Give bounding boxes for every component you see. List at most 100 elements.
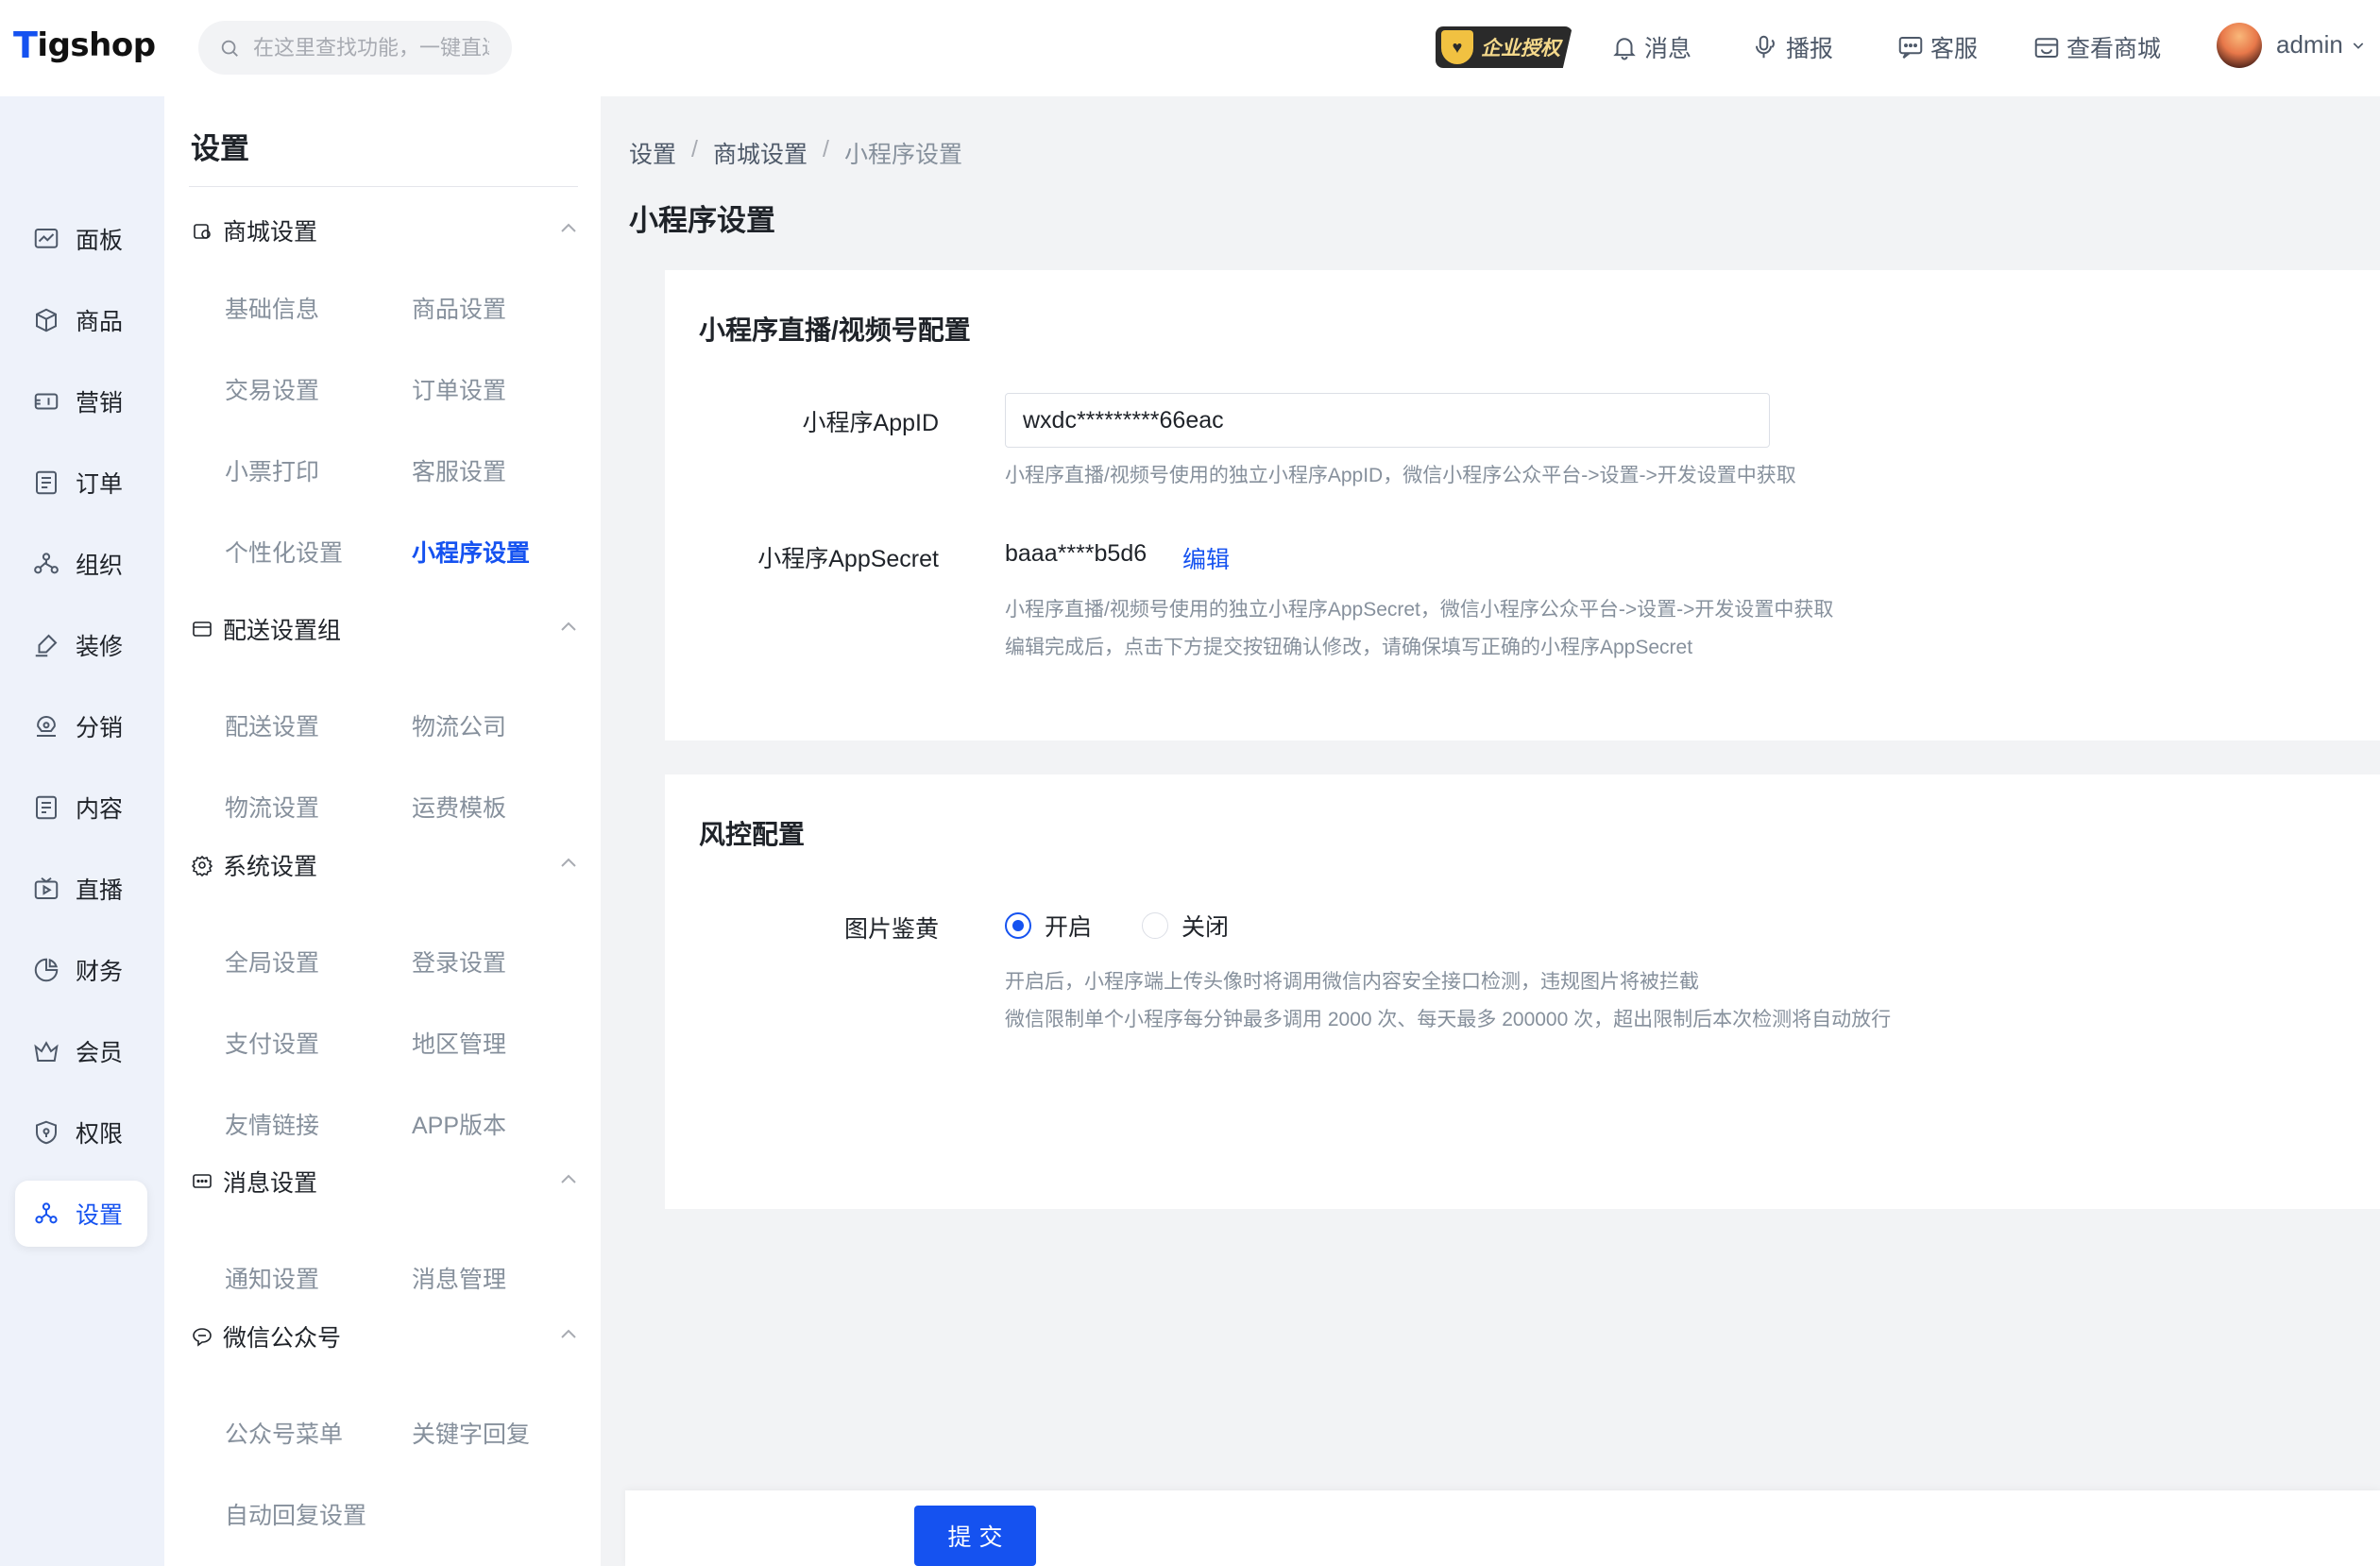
nav-item-org[interactable]: 组织 <box>15 531 147 597</box>
nav-item-dashboard[interactable]: 面板 <box>15 206 147 272</box>
nav-item-content[interactable]: 内容 <box>15 774 147 841</box>
radio-image-check-off[interactable]: 关闭 <box>1142 909 1229 943</box>
live-icon <box>34 877 59 899</box>
submenu-link[interactable]: 消息管理 <box>412 1261 506 1295</box>
nav-item-order[interactable]: 订单 <box>15 450 147 516</box>
nav-item-label: 商品 <box>76 309 124 335</box>
submenu-link[interactable]: APP版本 <box>412 1107 506 1141</box>
submenu-link[interactable]: 小程序设置 <box>412 535 530 569</box>
badge-label: 企业授权 <box>1481 38 1560 60</box>
nav-item-label: 订单 <box>76 471 124 498</box>
logo-text: igshop <box>37 26 156 64</box>
nav-item-ticket[interactable]: 营销 <box>15 368 147 434</box>
avatar[interactable] <box>2217 23 2262 68</box>
chevron-up-icon <box>561 1329 576 1338</box>
submenu-link[interactable]: 登录设置 <box>412 945 506 979</box>
submenu-link[interactable]: 配送设置 <box>225 708 319 742</box>
submenu-group-0[interactable]: 商城设置 <box>191 213 580 247</box>
nav-item-label: 营销 <box>76 390 124 417</box>
submenu-link[interactable]: 小票打印 <box>225 453 319 487</box>
breadcrumb-item-store-settings[interactable]: 商城设置 <box>713 136 808 170</box>
nav-item-brush[interactable]: 装修 <box>15 612 147 678</box>
submenu-link[interactable]: 基础信息 <box>225 291 319 325</box>
radio-dot-off[interactable] <box>1142 912 1168 939</box>
submenu-link[interactable]: 地区管理 <box>412 1026 506 1060</box>
submenu-link[interactable]: 运费模板 <box>412 790 506 824</box>
submenu-link[interactable]: 物流设置 <box>225 790 319 824</box>
appsecret-edit-link[interactable]: 编辑 <box>1182 541 1230 575</box>
nav-item-shield[interactable]: 权限 <box>15 1099 147 1166</box>
submenu-group-4[interactable]: 微信公众号 <box>191 1319 580 1353</box>
bell-icon <box>1613 38 1636 60</box>
submenu-group-label: 商城设置 <box>223 219 318 246</box>
appid-label: 小程序AppID <box>802 410 939 436</box>
header-view-store-label: 查看商城 <box>2066 36 2162 62</box>
logo-mark: T <box>13 25 38 66</box>
submenu-link[interactable]: 关键字回复 <box>412 1416 530 1450</box>
submenu-link[interactable]: 订单设置 <box>412 372 506 406</box>
distribution-icon <box>37 715 56 737</box>
nav-item-label: 组织 <box>76 553 124 579</box>
header-view-store[interactable]: 查看商城 <box>2032 28 2161 66</box>
radio-dot-on[interactable] <box>1005 912 1031 939</box>
submenu-link[interactable]: 物流公司 <box>412 708 506 742</box>
radio-image-check-on[interactable]: 开启 <box>1005 909 1092 943</box>
submenu-link[interactable]: 个性化设置 <box>225 535 343 569</box>
shield-icon: ♥ <box>1441 30 1473 64</box>
nav-item-crown[interactable]: 会员 <box>15 1018 147 1084</box>
search-box[interactable] <box>198 21 512 75</box>
pie-icon <box>34 958 59 982</box>
brush-icon <box>35 634 58 657</box>
form-footer: 提交 <box>625 1490 2380 1566</box>
page-title: 小程序设置 <box>629 204 775 237</box>
org-icon <box>34 553 59 574</box>
image-check-hint-1: 开启后，小程序端上传头像时将调用微信内容安全接口检测，违规图片将被拦截 <box>1005 971 1699 993</box>
risk-control-title: 风控配置 <box>699 820 806 849</box>
submit-button[interactable]: 提交 <box>914 1506 1036 1566</box>
settings-submenu: 设置 商城设置 基础信息 商品设置 交易设置 订单设置 小票打印 客服设置 个性化设置 小程序设… <box>164 96 601 1566</box>
nav-item-distribution[interactable]: 分销 <box>15 693 147 759</box>
submenu-link[interactable]: 商品设置 <box>412 291 506 325</box>
appid-input[interactable] <box>1023 406 1769 434</box>
nav-item-label: 权限 <box>76 1121 124 1148</box>
submenu-link[interactable]: 公众号菜单 <box>225 1416 343 1450</box>
submenu-group-2[interactable]: 系统设置 <box>191 848 580 882</box>
submenu-link[interactable]: 支付设置 <box>225 1026 319 1060</box>
submenu-link[interactable]: 交易设置 <box>225 372 319 406</box>
submenu-group-1[interactable]: 配送设置组 <box>191 612 580 646</box>
appid-field[interactable] <box>1005 393 1770 448</box>
submenu-link[interactable]: 客服设置 <box>412 453 506 487</box>
nav-item-live[interactable]: 直播 <box>15 856 147 922</box>
nav-item-label: 装修 <box>76 634 124 660</box>
submenu-divider <box>189 186 578 187</box>
enterprise-badge[interactable]: ♥ 企业授权 <box>1436 26 1572 68</box>
logo[interactable]: Tigshop <box>13 25 164 66</box>
nav-item-pie[interactable]: 财务 <box>15 937 147 1003</box>
submenu-link[interactable]: 友情链接 <box>225 1107 319 1141</box>
header-broadcast[interactable]: 播报 <box>1752 28 1833 66</box>
submenu-link[interactable]: 全局设置 <box>225 945 319 979</box>
user-menu[interactable]: admin <box>2276 30 2366 60</box>
image-check-hint-2: 微信限制单个小程序每分钟最多调用 2000 次、每天最多 200000 次，超出… <box>1005 1009 1892 1030</box>
dashboard-icon <box>34 229 59 248</box>
header-messages-label: 消息 <box>1644 36 1692 62</box>
radio-off-label: 关闭 <box>1182 914 1230 941</box>
submenu-link[interactable]: 自动回复设置 <box>225 1497 366 1531</box>
breadcrumb-item-settings[interactable]: 设置 <box>629 136 676 170</box>
store-set-icon <box>194 224 211 239</box>
image-check-label: 图片鉴黄 <box>843 916 939 943</box>
nav-item-label: 设置 <box>76 1202 124 1229</box>
submenu-group-3[interactable]: 消息设置 <box>191 1165 580 1199</box>
nav-item-box[interactable]: 商品 <box>15 287 147 353</box>
submenu-link[interactable]: 通知设置 <box>225 1261 319 1295</box>
ticket-icon <box>34 393 59 410</box>
chevron-up-icon <box>561 621 576 631</box>
header-service[interactable]: 客服 <box>1896 28 1978 66</box>
box-icon <box>36 308 57 332</box>
header-messages[interactable]: 消息 <box>1610 28 1692 66</box>
system-gear-icon <box>191 855 213 877</box>
header-service-label: 客服 <box>1930 36 1979 62</box>
nav-item-label: 面板 <box>76 228 124 254</box>
search-input[interactable] <box>253 35 489 60</box>
nav-item-settings[interactable]: 设置 <box>15 1181 147 1247</box>
